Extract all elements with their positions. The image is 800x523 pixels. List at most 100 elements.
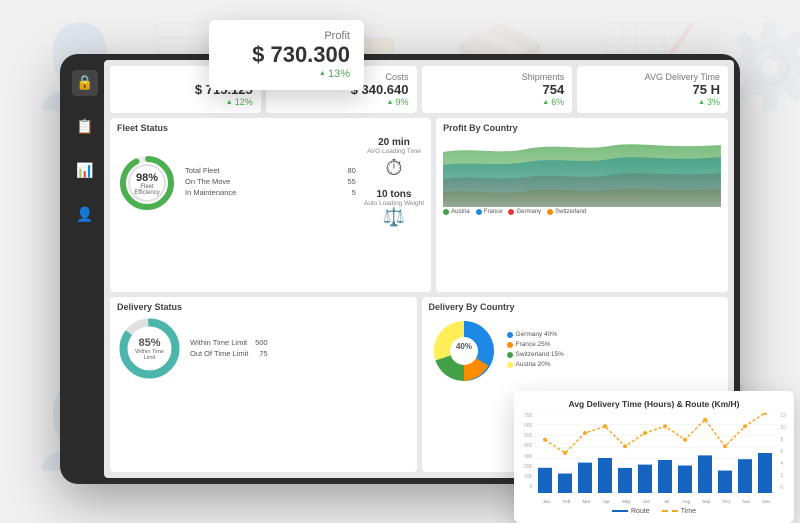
- out-of-time-label: Out Of Time Limit: [190, 349, 248, 358]
- avg-delivery-float-chart: Avg Delivery Time (Hours) & Route (Km/H)…: [514, 391, 794, 523]
- germany-pie-dot: [507, 332, 513, 338]
- weight-icon: ⚖️: [364, 207, 424, 228]
- y-label-200: 200: [524, 464, 532, 470]
- sidebar-item-reporting[interactable]: 📊: [72, 158, 98, 184]
- profit-chart-legend: Austria France Germany Switzerland: [443, 209, 721, 215]
- delivery-status-title: Delivery Status: [117, 302, 410, 312]
- y-label-0: 0: [530, 484, 533, 490]
- switzerland-label: Switzerland: [555, 209, 586, 215]
- y-right-4: 4: [780, 461, 783, 467]
- fleet-stats: Total Fleet 80 On The Move 55 In Mainten…: [185, 166, 356, 199]
- x-dec: Dec: [756, 499, 776, 504]
- speedometer-icon: ⏱: [367, 155, 421, 181]
- x-aug: Aug: [676, 499, 696, 504]
- y-label-600: 600: [524, 423, 532, 429]
- total-fleet-stat: Total Fleet 80: [185, 166, 356, 175]
- revenue-change: 12%: [226, 97, 253, 107]
- austria-dot: [443, 209, 449, 215]
- sidebar: 🔒 📋 📊 👤: [66, 60, 104, 478]
- sidebar-item-orders[interactable]: 📋: [72, 114, 98, 140]
- y-label-400: 400: [524, 443, 532, 449]
- profit-float-card: Profit $ 730.300 13%: [209, 20, 364, 90]
- route-legend-line: [612, 510, 628, 512]
- within-time-stat: Within Time Limit 500: [190, 338, 268, 347]
- avg-delivery-label: AVG Delivery Time: [645, 72, 720, 82]
- x-jan: Jan: [536, 499, 556, 504]
- sidebar-item-security[interactable]: 🔒: [72, 70, 98, 96]
- y-label-300: 300: [524, 454, 532, 460]
- x-mar: Mar: [576, 499, 596, 504]
- costs-label: Costs: [385, 72, 408, 82]
- total-fleet-label: Total Fleet: [185, 166, 220, 175]
- y-axis-left: 700 600 500 400 300 200 100 0: [524, 413, 532, 493]
- gauge-label: 98% Fleet Efficiency: [132, 172, 162, 196]
- donut-sublabel: Within Time Limit: [133, 349, 166, 361]
- fleet-title: Fleet Status: [117, 123, 424, 133]
- bar-chart-svg: [536, 413, 776, 493]
- avg-loading-time-label: AVG Loading Time: [367, 148, 421, 155]
- france-pie-label: France 25%: [516, 341, 551, 348]
- shipments-value: 754: [543, 82, 565, 98]
- sidebar-item-workers[interactable]: 👤: [72, 202, 98, 228]
- y-label-700: 700: [524, 413, 532, 419]
- chart-legend-row: Route Time: [524, 508, 784, 515]
- germany-dot: [508, 209, 514, 215]
- svg-text:40%: 40%: [455, 342, 471, 351]
- legend-austria: Austria: [443, 209, 470, 215]
- legend-germany: Germany: [508, 209, 541, 215]
- y-right-0: 0: [780, 485, 783, 491]
- avg-loading-time-metric: 20 min AVG Loading Time ⏱: [367, 137, 421, 181]
- germany-label: Germany: [516, 209, 541, 215]
- y-right-6: 6: [780, 449, 783, 455]
- gauge-sublabel: Fleet Efficiency: [132, 184, 162, 196]
- legend-switzerland: Switzerland: [547, 209, 586, 215]
- avg-delivery-value: 75 H: [693, 82, 720, 98]
- avg-loading-time-value: 20 min: [367, 137, 421, 148]
- germany-pie-label: Germany 40%: [516, 331, 558, 338]
- fleet-status-panel: Fleet Status 98% Fleet Efficiency: [110, 118, 431, 292]
- shipments-label: Shipments: [522, 72, 565, 82]
- pie-chart: 40%: [429, 316, 499, 386]
- route-legend: Route: [612, 508, 650, 515]
- in-maintenance-value: 5: [352, 188, 356, 197]
- y-right-12: 12: [780, 413, 786, 419]
- out-of-time-value: 75: [259, 349, 267, 358]
- austria-label: Austria: [451, 209, 470, 215]
- switzerland-pie-label: Switzerland 15%: [516, 351, 564, 358]
- mid-row: Fleet Status 98% Fleet Efficiency: [110, 118, 728, 292]
- y-right-2: 2: [780, 473, 783, 479]
- dbc-content: 40% Germany 40% France 25%: [429, 316, 722, 386]
- tablet-container: 🔒 📋 📊 👤 Profit $ 730.300 13% Revenue $ 7…: [60, 54, 740, 484]
- france-pie-dot: [507, 342, 513, 348]
- delivery-stats: Within Time Limit 500 Out Of Time Limit …: [190, 338, 268, 360]
- x-jul: Jul: [656, 499, 676, 504]
- fleet-gauge: 98% Fleet Efficiency: [117, 153, 177, 213]
- time-legend-line: [662, 510, 678, 512]
- x-jun: Jun: [636, 499, 656, 504]
- dbc-title: Delivery By Country: [429, 302, 722, 312]
- donut-percentage: 85%: [133, 337, 166, 349]
- y-label-100: 100: [524, 474, 532, 480]
- kpi-row: Revenue $ 715.125 12% Costs $ 340.640 9%…: [110, 66, 728, 114]
- austria-legend: Austria 20%: [507, 361, 564, 368]
- y-axis-right: 12 10 8 6 4 2 0: [780, 413, 786, 493]
- on-the-move-label: On The Move: [185, 177, 230, 186]
- kpi-shipments: Shipments 754 6%: [422, 66, 573, 114]
- pie-svg: 40%: [429, 316, 499, 386]
- france-legend: France 25%: [507, 341, 564, 348]
- delivery-status-panel: Delivery Status 85% Within Time Limit: [110, 297, 417, 471]
- x-may: May: [616, 499, 636, 504]
- x-apr: Apr: [596, 499, 616, 504]
- kpi-avg-delivery: AVG Delivery Time 75 H 3%: [577, 66, 728, 114]
- x-sep: Sep: [696, 499, 716, 504]
- france-label: France: [484, 209, 503, 215]
- donut-label: 85% Within Time Limit: [133, 337, 166, 361]
- x-nov: Nov: [736, 499, 756, 504]
- in-maintenance-label: In Maintenance: [185, 188, 236, 197]
- profit-label: Profit: [223, 30, 350, 42]
- profit-by-country-panel: Profit By Country: [436, 118, 728, 292]
- on-the-move-stat: On The Move 55: [185, 177, 356, 186]
- x-axis-labels: Jan Feb Mar Apr May Jun Jul Aug Sep Oct …: [536, 499, 776, 504]
- time-legend-label: Time: [681, 508, 696, 515]
- costs-change: 9%: [387, 97, 409, 107]
